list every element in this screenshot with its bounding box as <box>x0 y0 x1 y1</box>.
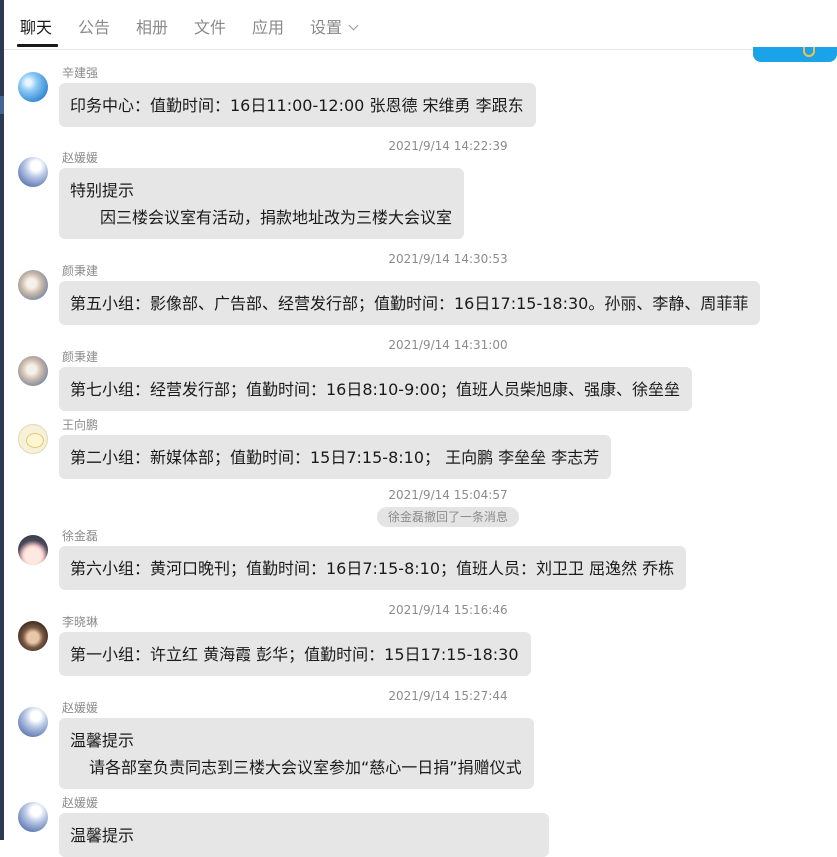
tab-apps[interactable]: 应用 <box>252 17 284 39</box>
message-timestamp: 2021/9/14 14:22:39 <box>388 139 508 153</box>
sender-name: 颜秉建 <box>62 264 99 278</box>
sender-name: 赵媛媛 <box>62 701 99 715</box>
message-bubble[interactable]: 温馨提示 <box>59 813 549 857</box>
avatar[interactable] <box>18 157 48 187</box>
recall-notice: 徐金磊撤回了一条消息 <box>377 507 519 527</box>
message-bubble[interactable]: 印务中心：值勤时间：16日11:00-12:00 张恩德 宋维勇 李跟东 <box>59 83 536 127</box>
message-timestamp: 2021/9/14 14:31:00 <box>388 338 508 352</box>
active-tab-underline <box>17 44 58 47</box>
message-text: 特别提示 <box>70 181 135 200</box>
avatar[interactable] <box>18 802 48 832</box>
message-timestamp: 2021/9/14 15:04:57 <box>388 488 508 502</box>
sender-name: 颜秉建 <box>62 350 99 364</box>
message-bubble[interactable]: 第五小组：影像部、广告部、经营发行部；值勤时间：16日17:15-18:30。孙… <box>59 281 761 325</box>
tab-announcement[interactable]: 公告 <box>78 17 110 39</box>
avatar[interactable] <box>18 356 48 386</box>
message-bubble[interactable]: 第一小组：许立红 黄海霞 彭华；值勤时间：15日17:15-18:30 <box>59 632 531 676</box>
message-timestamp: 2021/9/14 15:27:44 <box>388 689 508 703</box>
sender-name: 辛建强 <box>62 66 99 80</box>
message-bubble[interactable]: 第七小组：经营发行部；值勤时间：16日8:10-9:00；值班人员柴旭康、强康、… <box>59 367 692 411</box>
message-text: 第一小组：许立红 黄海霞 彭华；值勤时间：15日17:15-18:30 <box>70 645 519 664</box>
chevron-down-icon <box>348 20 359 31</box>
message-text: 第六小组：黄河口晚刊；值勤时间：16日7:15-8:10；值班人员：刘卫卫 屈逸… <box>70 559 675 578</box>
message-text: 因三楼会议室有活动，捐款地址改为三楼大会议室 <box>100 208 453 227</box>
message-bubble[interactable]: 温馨提示 请各部室负责同志到三楼大会议室参加“慈心一日捐”捐赠仪式 <box>59 718 534 789</box>
message-text: 温馨提示 <box>70 731 135 750</box>
avatar[interactable] <box>18 72 48 102</box>
message-text: 第五小组：影像部、广告部、经营发行部；值勤时间：16日17:15-18:30。孙… <box>70 294 749 313</box>
sender-name: 徐金磊 <box>62 529 99 543</box>
chat-message-list: 辛建强 印务中心：值勤时间：16日11:00-12:00 张恩德 宋维勇 李跟东… <box>0 50 837 857</box>
sheep-face <box>26 433 44 448</box>
message-text: 第二小组：新媒体部；值勤时间：15日7:15-8:10； 王向鹏 李垒垒 李志芳 <box>70 448 600 467</box>
avatar[interactable] <box>18 424 48 454</box>
sender-name: 赵媛媛 <box>62 151 99 165</box>
message-timestamp: 2021/9/14 14:30:53 <box>388 252 508 266</box>
message-text: 温馨提示 <box>70 826 135 845</box>
tab-settings[interactable]: 设置 <box>310 17 359 39</box>
message-text: 请各部室负责同志到三楼大会议室参加“慈心一日捐”捐赠仪式 <box>89 758 522 777</box>
avatar[interactable] <box>18 707 48 737</box>
tab-album[interactable]: 相册 <box>136 17 168 39</box>
tab-settings-label: 设置 <box>310 18 343 37</box>
tab-chat[interactable]: 聊天 <box>20 17 52 39</box>
message-text: 第七小组：经营发行部；值勤时间：16日8:10-9:00；值班人员柴旭康、强康、… <box>70 380 680 399</box>
tab-files[interactable]: 文件 <box>194 17 226 39</box>
avatar[interactable] <box>18 621 48 651</box>
sender-name: 赵媛媛 <box>62 796 99 810</box>
message-bubble[interactable]: 第六小组：黄河口晚刊；值勤时间：16日7:15-8:10；值班人员：刘卫卫 屈逸… <box>59 546 687 590</box>
message-bubble[interactable]: 第二小组：新媒体部；值勤时间：15日7:15-8:10； 王向鹏 李垒垒 李志芳 <box>59 435 612 479</box>
message-text: 印务中心：值勤时间：16日11:00-12:00 张恩德 宋维勇 李跟东 <box>70 96 524 115</box>
avatar[interactable] <box>18 535 48 565</box>
message-timestamp: 2021/9/14 15:16:46 <box>388 603 508 617</box>
avatar[interactable] <box>18 270 48 300</box>
sender-name: 李晓琳 <box>62 615 99 629</box>
message-bubble[interactable]: 特别提示 因三楼会议室有活动，捐款地址改为三楼大会议室 <box>59 168 465 239</box>
group-tab-bar: 聊天 公告 相册 文件 应用 设置 <box>4 0 837 50</box>
sender-name: 王向鹏 <box>62 418 99 432</box>
